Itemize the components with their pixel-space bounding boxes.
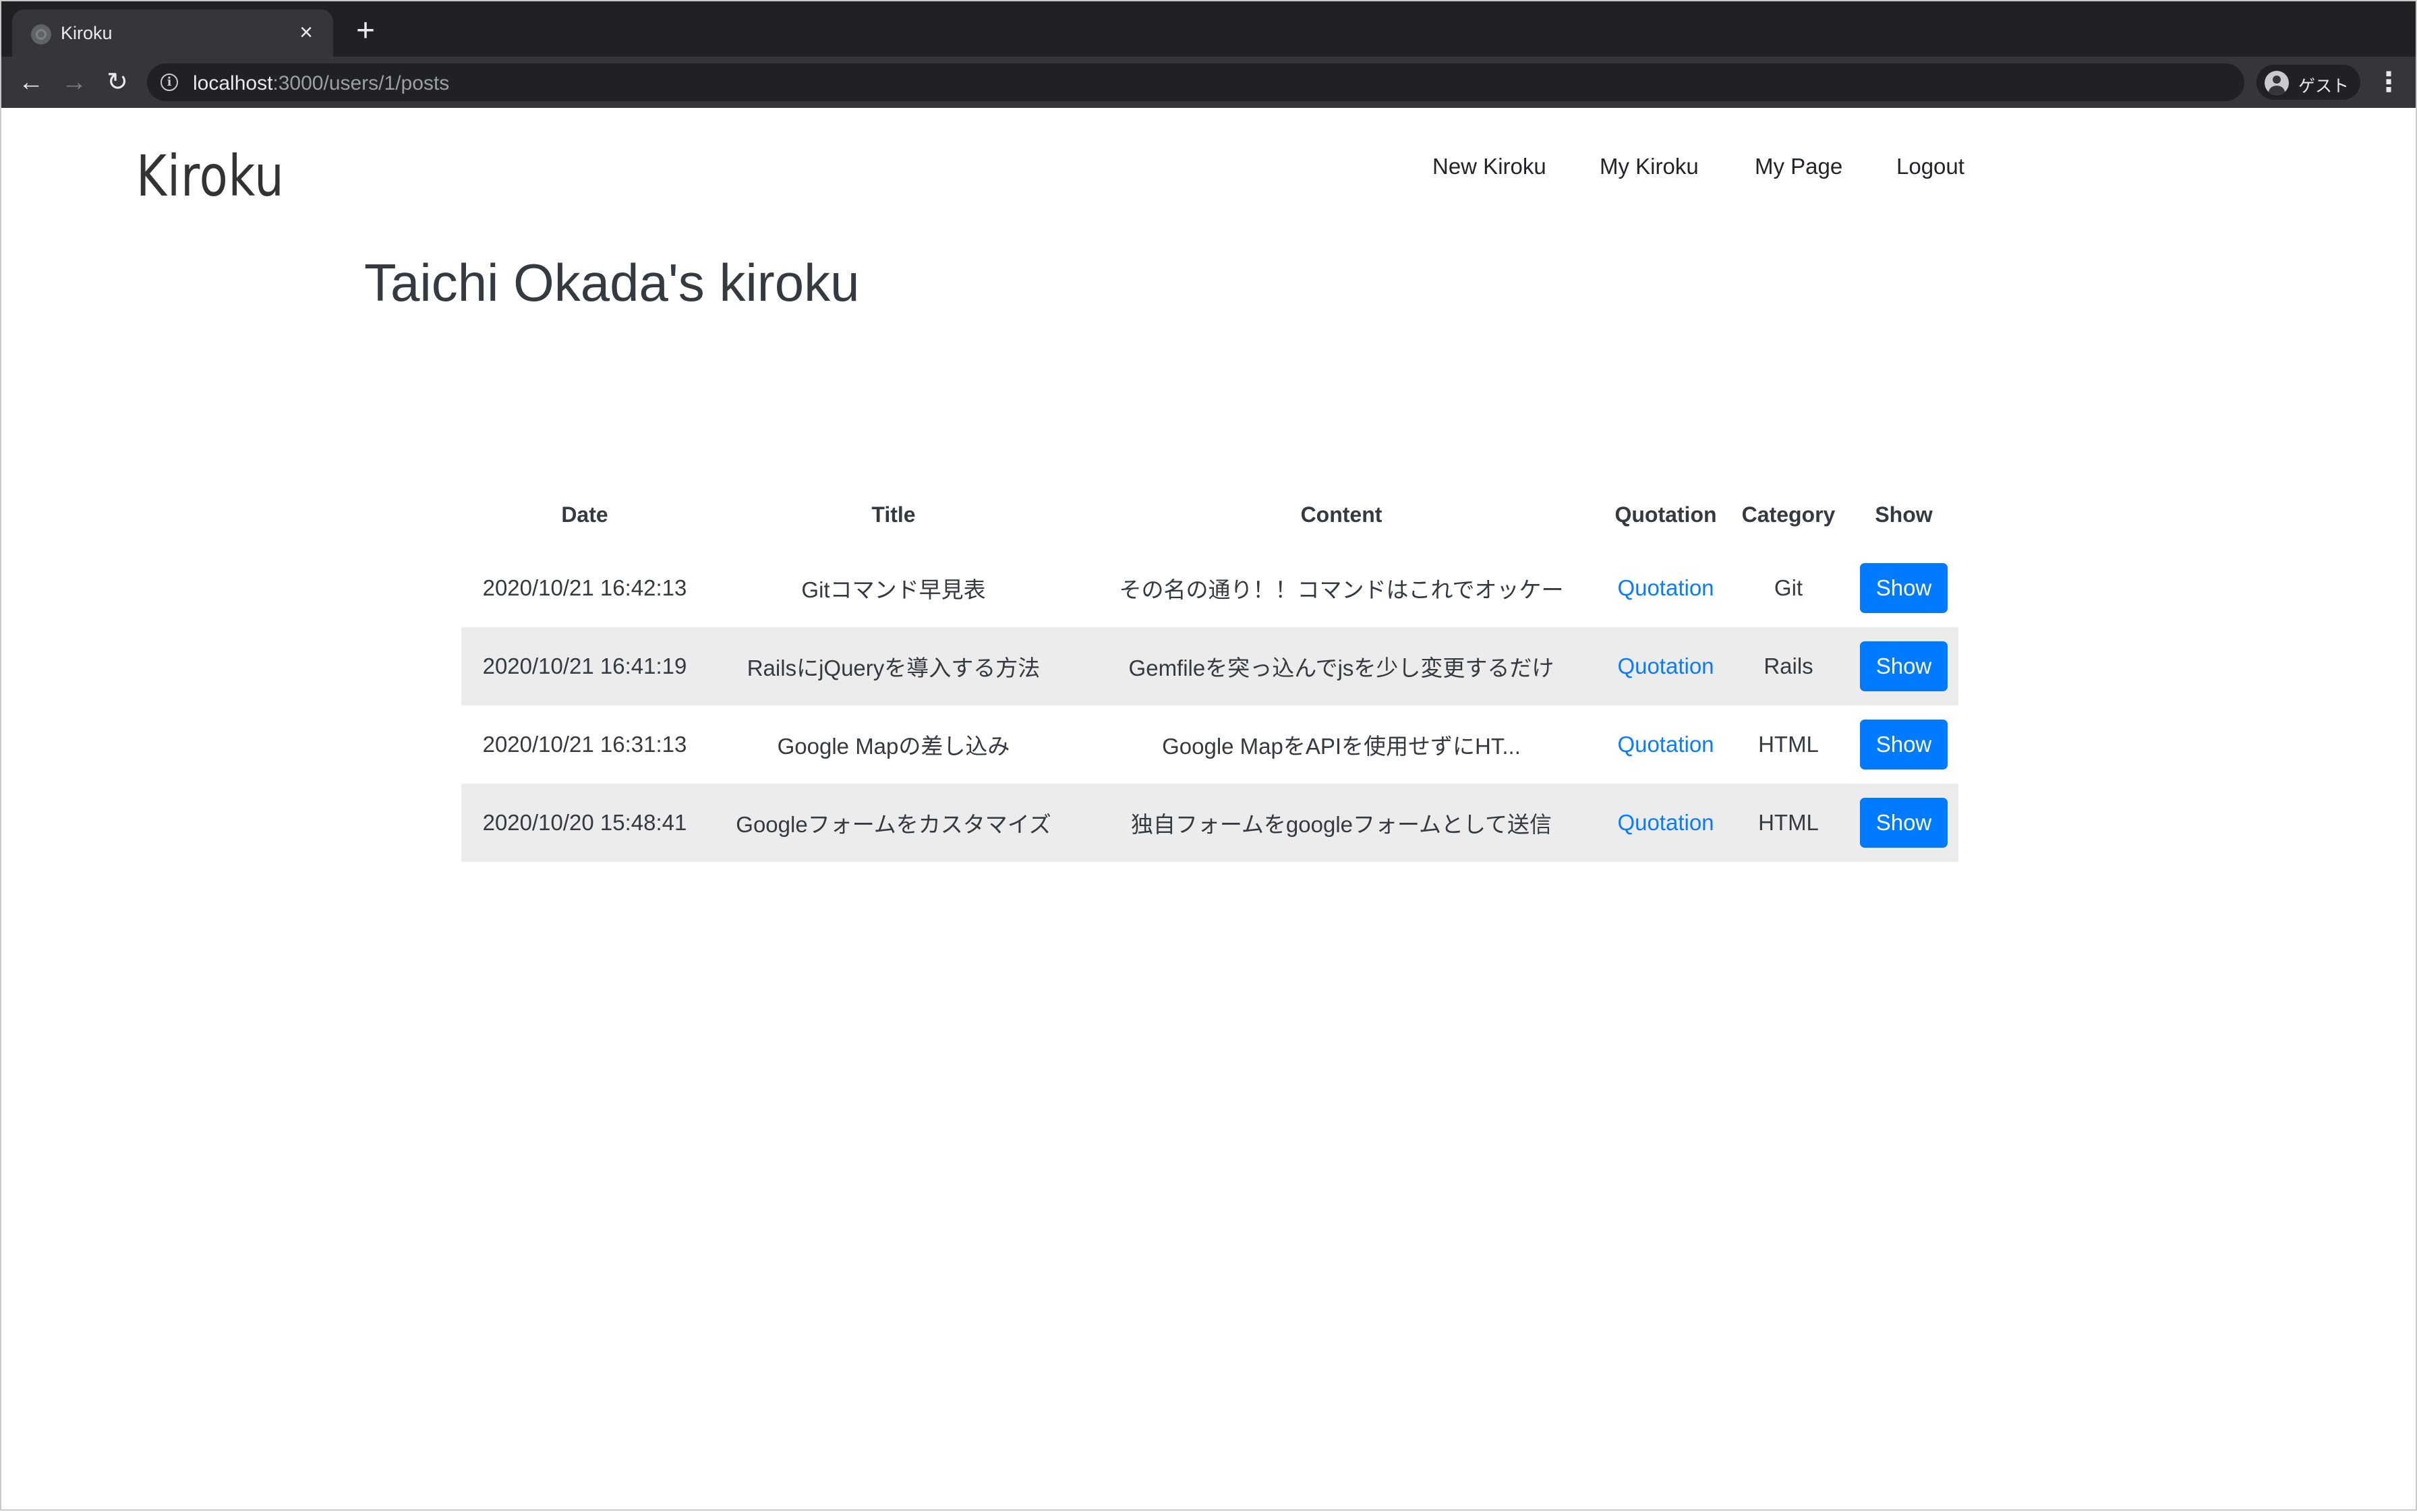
- more-menu-icon[interactable]: ⋮: [2374, 65, 2404, 100]
- show-button[interactable]: Show: [1860, 563, 1948, 613]
- show-button[interactable]: Show: [1860, 798, 1948, 848]
- cell-title: Googleフォームをカスタマイズ: [708, 784, 1079, 862]
- quotation-link[interactable]: Quotation: [1617, 653, 1714, 678]
- cell-content: 独自フォームをgoogleフォームとして送信: [1079, 784, 1604, 862]
- cell-title: RailsにjQueryを導入する方法: [708, 627, 1079, 705]
- brand-logo[interactable]: Kiroku: [136, 143, 285, 209]
- cell-show: Show: [1849, 705, 1958, 784]
- url-host: localhost: [193, 72, 273, 94]
- cell-category: HTML: [1758, 732, 1819, 757]
- table-row: 2020/10/21 16:31:13 Google Mapの差し込み Goog…: [461, 705, 1958, 784]
- cell-category: HTML: [1728, 784, 1849, 862]
- column-header-title: Title: [871, 502, 916, 527]
- cell-content: その名の通り！！コマンドはこれでオッケー: [1119, 577, 1564, 602]
- profile-button[interactable]: ゲスト: [2256, 65, 2360, 100]
- close-tab-icon[interactable]: ×: [293, 19, 320, 46]
- posts-table: Date Title Content Quotation Category Sh…: [461, 480, 1958, 862]
- cell-show: Show: [1849, 627, 1958, 705]
- site-info-icon[interactable]: i: [161, 74, 178, 91]
- cell-show: Show: [1849, 549, 1958, 627]
- url-text[interactable]: localhost:3000/users/1/posts: [193, 72, 449, 95]
- column-header-show: Show: [1875, 502, 1933, 527]
- tab-strip: Kiroku × +: [1, 1, 2416, 58]
- cell-title: Google Mapの差し込み: [777, 734, 1010, 759]
- nav-new-kiroku[interactable]: New Kiroku: [1432, 154, 1546, 179]
- browser-tab[interactable]: Kiroku ×: [12, 9, 333, 58]
- show-button[interactable]: Show: [1860, 641, 1948, 691]
- avatar-icon: [2265, 71, 2289, 95]
- cell-quotation: Quotation: [1604, 705, 1728, 784]
- table-row: 2020/10/21 16:41:19 RailsにjQueryを導入する方法 …: [461, 627, 1958, 705]
- table-header-row: Date Title Content Quotation Category Sh…: [461, 480, 1958, 549]
- tab-title: Kiroku: [61, 23, 113, 43]
- new-tab-button[interactable]: +: [349, 15, 382, 49]
- column-header-content: Content: [1300, 502, 1382, 527]
- cell-category: Git: [1774, 575, 1803, 600]
- globe-icon: [31, 24, 51, 45]
- quotation-link[interactable]: Quotation: [1617, 810, 1714, 835]
- browser-toolbar: ← → ↻ i localhost:3000/users/1/posts ゲスト…: [1, 57, 2416, 108]
- back-icon[interactable]: ←: [13, 65, 49, 100]
- cell-date: 2020/10/20 15:48:41: [461, 784, 708, 862]
- address-bar[interactable]: i localhost:3000/users/1/posts: [147, 63, 2244, 101]
- table-row: 2020/10/20 15:48:41 Googleフォームをカスタマイズ 独自…: [461, 784, 1958, 862]
- cell-content: Gemfileを突っ込んでjsを少し変更するだけ: [1079, 627, 1604, 705]
- forward-icon[interactable]: →: [57, 65, 92, 100]
- cell-quotation: Quotation: [1604, 549, 1728, 627]
- page-content: Kiroku New Kiroku My Kiroku My Page Logo…: [1, 108, 2416, 1512]
- quotation-link[interactable]: Quotation: [1617, 575, 1714, 600]
- cell-date: 2020/10/21 16:42:13: [482, 575, 687, 600]
- nav-logout[interactable]: Logout: [1896, 154, 1964, 179]
- profile-label: ゲスト: [2298, 77, 2350, 96]
- url-path: :3000/users/1/posts: [272, 72, 450, 94]
- cell-date: 2020/10/21 16:41:19: [461, 627, 708, 705]
- table-row: 2020/10/21 16:42:13 Gitコマンド早見表 その名の通り！！コ…: [461, 549, 1958, 627]
- column-header-date: Date: [561, 502, 608, 527]
- show-button[interactable]: Show: [1860, 720, 1948, 769]
- reload-icon[interactable]: ↻: [100, 65, 135, 100]
- cell-quotation: Quotation: [1604, 627, 1728, 705]
- cell-category: Rails: [1728, 627, 1849, 705]
- page-title: Taichi Okada's kiroku: [364, 253, 860, 312]
- nav-my-kiroku[interactable]: My Kiroku: [1600, 154, 1699, 179]
- column-header-category: Category: [1741, 502, 1836, 527]
- cell-show: Show: [1849, 784, 1958, 862]
- cell-title: Gitコマンド早見表: [801, 577, 986, 602]
- cell-quotation: Quotation: [1604, 784, 1728, 862]
- nav-my-page[interactable]: My Page: [1755, 154, 1842, 179]
- browser-window: Kiroku × + ← → ↻ i localhost:3000/users/…: [0, 0, 2417, 1511]
- cell-content: Google MapをAPIを使用せずにHT...: [1162, 734, 1521, 759]
- quotation-link[interactable]: Quotation: [1617, 732, 1714, 757]
- column-header-quotation: Quotation: [1614, 502, 1717, 527]
- cell-date: 2020/10/21 16:31:13: [482, 732, 687, 757]
